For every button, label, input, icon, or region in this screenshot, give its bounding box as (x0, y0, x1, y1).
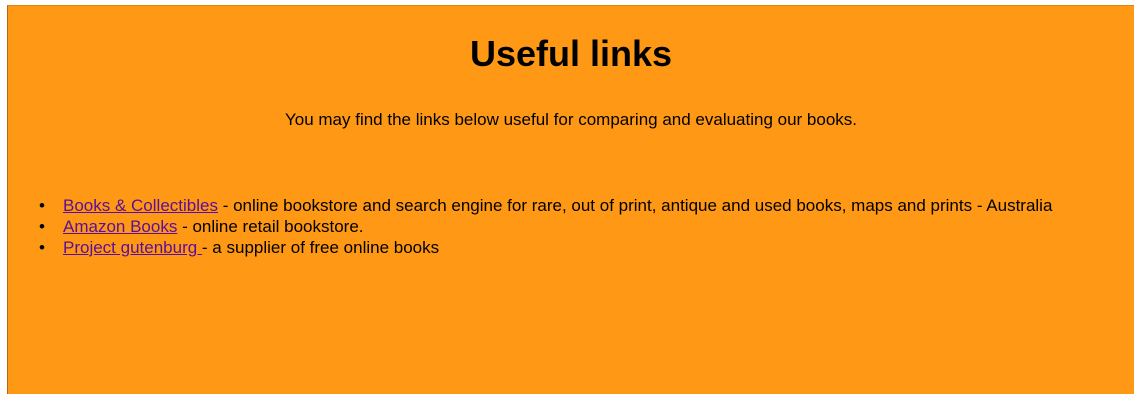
bullet-icon: • (39, 196, 45, 215)
list-item-books-collectibles: • Books & Collectibles - online bookstor… (39, 195, 1118, 216)
bullet-icon: • (39, 217, 45, 236)
list-item-amazon-books: • Amazon Books - online retail bookstore… (39, 216, 1118, 237)
links-list: • Books & Collectibles - online bookstor… (39, 195, 1118, 258)
project-gutenburg-description: - a supplier of free online books (201, 238, 440, 257)
page-frame: Useful links You may find the links belo… (7, 5, 1134, 394)
amazon-books-description: - online retail bookstore. (177, 217, 364, 236)
project-gutenburg-link[interactable]: Project gutenburg (63, 238, 202, 257)
books-collectibles-link[interactable]: Books & Collectibles (63, 196, 218, 215)
intro-text: You may find the links below useful for … (284, 110, 858, 129)
list-item-project-gutenburg: • Project gutenburg - a supplier of free… (39, 237, 1118, 258)
books-collectibles-description: - online bookstore and search engine for… (217, 196, 1053, 215)
page-title: Useful links (469, 33, 673, 74)
amazon-books-link[interactable]: Amazon Books (63, 217, 177, 236)
bullet-icon: • (39, 238, 45, 257)
